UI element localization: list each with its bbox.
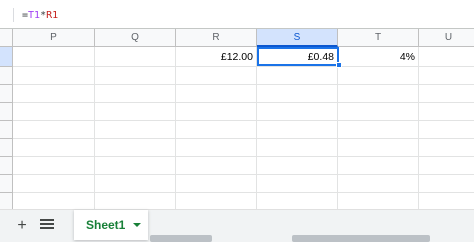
cell-u9[interactable]: [419, 193, 474, 209]
formula-input[interactable]: =T1*R1: [22, 10, 58, 21]
cell-s7[interactable]: [257, 157, 338, 175]
cell-p7[interactable]: [13, 157, 95, 175]
cell-q1[interactable]: [95, 47, 176, 67]
column-header-p[interactable]: P: [13, 29, 95, 47]
plus-icon[interactable]: +: [14, 217, 30, 235]
cell-q4[interactable]: [95, 103, 176, 121]
cell-r8[interactable]: [176, 175, 257, 193]
cell-s9[interactable]: [257, 193, 338, 209]
cell-r9[interactable]: [176, 193, 257, 209]
cell-q8[interactable]: [95, 175, 176, 193]
row-header-2[interactable]: [0, 67, 13, 85]
cell-p6[interactable]: [13, 139, 95, 157]
cell-r5[interactable]: [176, 121, 257, 139]
row-header-5[interactable]: [0, 121, 13, 139]
cell-t1[interactable]: 4%: [338, 47, 419, 67]
column-header-u[interactable]: U: [419, 29, 474, 47]
cell-p3[interactable]: [13, 85, 95, 103]
row-header-9[interactable]: [0, 193, 13, 209]
column-header-q[interactable]: Q: [95, 29, 176, 47]
cell-u6[interactable]: [419, 139, 474, 157]
cell-r7[interactable]: [176, 157, 257, 175]
row-header-4[interactable]: [0, 103, 13, 121]
cell-r3[interactable]: [176, 85, 257, 103]
cell-q3[interactable]: [95, 85, 176, 103]
row-header-8[interactable]: [0, 175, 13, 193]
column-header-t[interactable]: T: [338, 29, 419, 47]
cell-u8[interactable]: [419, 175, 474, 193]
cell-s8[interactable]: [257, 175, 338, 193]
cell-t9[interactable]: [338, 193, 419, 209]
chevron-down-icon[interactable]: [133, 223, 142, 227]
cell-t8[interactable]: [338, 175, 419, 193]
cell-u2[interactable]: [419, 67, 474, 85]
row-header-1[interactable]: [0, 47, 13, 67]
cell-p2[interactable]: [13, 67, 95, 85]
cell-s4[interactable]: [257, 103, 338, 121]
column-header-s[interactable]: S: [257, 29, 338, 47]
column-header-r[interactable]: R: [176, 29, 257, 47]
cell-t6[interactable]: [338, 139, 419, 157]
cell-t7[interactable]: [338, 157, 419, 175]
cell-u1[interactable]: [419, 47, 474, 67]
cell-p5[interactable]: [13, 121, 95, 139]
formula-bar-divider: [13, 8, 14, 22]
cell-q7[interactable]: [95, 157, 176, 175]
sheet-tab-label: Sheet1: [86, 218, 126, 232]
formula-ref-t1: T1: [28, 10, 41, 21]
horizontal-scrollbar-thumb-right[interactable]: [292, 235, 430, 242]
cell-u7[interactable]: [419, 157, 474, 175]
cell-t2[interactable]: [338, 67, 419, 85]
hamburger-icon[interactable]: [40, 219, 54, 233]
cell-p4[interactable]: [13, 103, 95, 121]
row-header-7[interactable]: [0, 157, 13, 175]
cell-u4[interactable]: [419, 103, 474, 121]
cell-t4[interactable]: [338, 103, 419, 121]
formula-ref-r1: R1: [46, 10, 59, 21]
spreadsheet-grid[interactable]: P Q R S T U £12.00 £0.48 4%: [0, 29, 474, 209]
row-header-6[interactable]: [0, 139, 13, 157]
cell-p1[interactable]: [13, 47, 95, 67]
cell-r6[interactable]: [176, 139, 257, 157]
cell-p9[interactable]: [13, 193, 95, 209]
cell-s6[interactable]: [257, 139, 338, 157]
cell-s5[interactable]: [257, 121, 338, 139]
cell-q6[interactable]: [95, 139, 176, 157]
cell-t3[interactable]: [338, 85, 419, 103]
select-all-corner[interactable]: [0, 29, 13, 47]
cell-q2[interactable]: [95, 67, 176, 85]
cell-r2[interactable]: [176, 67, 257, 85]
active-cell-selection[interactable]: [257, 47, 339, 66]
row-header-3[interactable]: [0, 85, 13, 103]
cell-q5[interactable]: [95, 121, 176, 139]
cell-s2[interactable]: [257, 67, 338, 85]
cell-p8[interactable]: [13, 175, 95, 193]
cell-r4[interactable]: [176, 103, 257, 121]
cell-u5[interactable]: [419, 121, 474, 139]
cell-r1[interactable]: £12.00: [176, 47, 257, 67]
fill-handle[interactable]: [336, 62, 342, 68]
cell-u3[interactable]: [419, 85, 474, 103]
formula-bar[interactable]: =T1*R1: [0, 0, 474, 29]
horizontal-scrollbar-thumb-left[interactable]: [150, 235, 212, 242]
cell-s3[interactable]: [257, 85, 338, 103]
sheet-tab-sheet1[interactable]: Sheet1: [74, 210, 148, 240]
cell-t5[interactable]: [338, 121, 419, 139]
cell-q9[interactable]: [95, 193, 176, 209]
